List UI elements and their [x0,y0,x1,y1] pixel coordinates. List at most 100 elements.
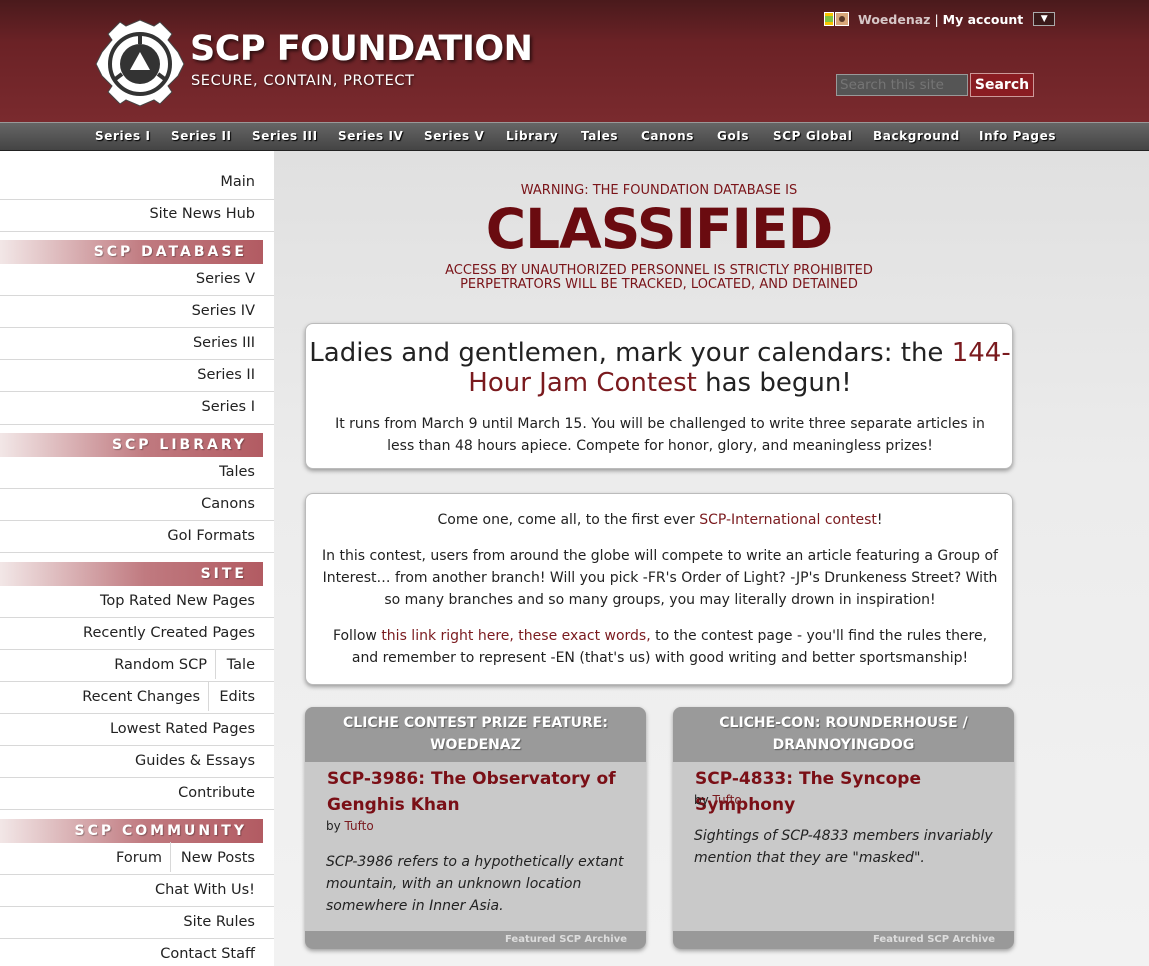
sidebar-item-new-posts[interactable]: New Posts [181,850,255,866]
jam-headline-text: Ladies and gentlemen, mark your calendar… [309,338,952,368]
sidebar-item-series-4[interactable]: Series IV [192,303,255,319]
divider [0,809,274,810]
divider [0,649,274,650]
divider [0,713,274,714]
sidebar-item-news-hub[interactable]: Site News Hub [149,206,255,222]
search-button[interactable]: Search [970,73,1034,97]
nav-series-2[interactable]: Series II [171,129,232,143]
sidebar-heading-library: SCP LIBRARY [0,433,263,457]
sidebar-item-series-5[interactable]: Series V [196,271,255,287]
sidebar-item-recent-changes[interactable]: Recent Changes [82,689,200,705]
sidebar-item-canons[interactable]: Canons [201,496,255,512]
intl-p3-text: Follow [332,628,382,644]
sidebar-heading-site: SITE [0,562,263,586]
warning-line-1: ACCESS BY UNAUTHORIZED PERSONNEL IS STRI… [445,263,873,278]
feature-description: Sightings of SCP-4833 members invariably… [694,828,993,866]
nav-tales[interactable]: Tales [581,129,618,143]
sidebar-item-site-rules[interactable]: Site Rules [183,914,255,930]
jam-body: It runs from March 9 until March 15. You… [335,416,985,454]
sidebar-item-goi-formats[interactable]: GoI Formats [167,528,255,544]
avatar[interactable] [824,12,849,26]
warning-line-2: PERPETRATORS WILL BE TRACKED, LOCATED, A… [460,277,858,292]
sidebar-item-guides[interactable]: Guides & Essays [135,753,255,769]
sidebar-item-top-rated-new[interactable]: Top Rated New Pages [100,593,255,609]
divider [0,295,274,296]
user-avatar-icon [835,12,849,26]
sidebar-item-lowest-rated[interactable]: Lowest Rated Pages [110,721,255,737]
account-separator: | [934,11,939,27]
feature-title-link[interactable]: SCP-3986: The Observatory of Genghis Kha… [327,766,627,818]
featured-scp-card: CLICHE-CON: ROUNDERHOUSE / DRANNOYINGDOG… [673,707,1014,949]
feature-footer[interactable]: Featured SCP Archive [673,931,1014,949]
site-header: SCP FOUNDATION SECURE, CONTAIN, PROTECT … [0,0,1149,122]
sidebar-heading-database: SCP DATABASE [0,240,263,264]
nav-library[interactable]: Library [506,129,558,143]
karma-icon [824,12,834,26]
sidebar-heading-community: SCP COMMUNITY [0,819,263,843]
nav-scp-global[interactable]: SCP Global [773,129,852,143]
intl-p1-end: ! [876,512,883,528]
sidebar-item-series-2[interactable]: Series II [197,367,255,383]
divider [0,520,274,521]
divider [0,552,274,553]
feature-header: CLICHE CONTEST PRIZE FEATURE: WOEDENAZ [305,707,646,762]
intl-contest-link[interactable]: SCP-International contest [699,512,877,528]
sidebar-item-tales[interactable]: Tales [219,464,255,480]
account-area: Woedenaz | My account ▼ [824,10,1056,28]
divider [0,199,274,200]
author-link[interactable]: Tufto [713,793,742,807]
divider [0,938,274,939]
sidebar-item-random-tale[interactable]: Tale [227,657,255,673]
sidebar-item-contribute[interactable]: Contribute [178,785,255,801]
sidebar-item-series-3[interactable]: Series III [193,335,255,351]
divider [0,327,274,328]
sidebar-item-forum[interactable]: Forum [116,850,162,866]
divider [0,391,274,392]
nav-background[interactable]: Background [873,129,960,143]
my-account-link[interactable]: My account [943,12,1024,27]
chevron-down-icon[interactable]: ▼ [1033,12,1056,26]
sidebar-item-random-scp[interactable]: Random SCP [114,657,207,673]
intl-paragraph-1: Come one, come all, to the first ever SC… [318,509,1002,531]
intl-contest-panel: Come one, come all, to the first ever SC… [305,493,1013,685]
author-link[interactable]: Tufto [345,819,374,833]
jam-headline: Ladies and gentlemen, mark your calendar… [306,338,1014,399]
intl-paragraph-2: In this contest, users from around the g… [322,548,998,608]
divider [0,488,274,489]
divider [0,359,274,360]
nav-series-3[interactable]: Series III [252,129,318,143]
sidebar-item-main[interactable]: Main [220,174,255,190]
divider [215,649,216,679]
nav-info-pages[interactable]: Info Pages [979,129,1056,143]
top-nav: Series I Series II Series III Series IV … [0,122,1149,151]
byline-prefix: by [694,793,713,807]
feature-description: SCP-3986 refers to a hypothetically exta… [326,854,624,914]
scp-logo-icon[interactable] [94,18,186,108]
divider [170,842,171,872]
sidebar-item-series-1[interactable]: Series I [202,399,255,415]
sidebar-item-chat[interactable]: Chat With Us! [155,882,255,898]
feature-title-link[interactable]: SCP-4833: The Syncope Symphony [695,766,995,818]
sidebar-item-contact-staff[interactable]: Contact Staff [160,946,255,962]
divider [208,681,209,711]
sidebar: Main Site News Hub SCP DATABASE Series V… [0,151,274,966]
nav-series-4[interactable]: Series IV [338,129,403,143]
feature-footer[interactable]: Featured SCP Archive [305,931,646,949]
username-link[interactable]: Woedenaz [858,12,930,27]
jam-contest-panel: Ladies and gentlemen, mark your calendar… [305,323,1013,469]
intl-rules-link[interactable]: this link right here, these exact words, [381,628,650,644]
feature-byline: by Tufto [694,793,742,807]
site-title[interactable]: SCP FOUNDATION [190,32,533,67]
featured-scp-card: CLICHE CONTEST PRIZE FEATURE: WOEDENAZ S… [305,707,646,949]
sidebar-item-edits[interactable]: Edits [219,689,255,705]
divider [0,424,274,425]
site-subtitle: SECURE, CONTAIN, PROTECT [191,73,415,89]
divider [0,874,274,875]
sidebar-item-recently-created[interactable]: Recently Created Pages [83,625,255,641]
nav-gois[interactable]: GoIs [717,129,749,143]
nav-series-1[interactable]: Series I [95,129,151,143]
nav-canons[interactable]: Canons [641,129,694,143]
intl-p1-text: Come one, come all, to the first ever [437,512,700,528]
search-input[interactable] [836,74,968,96]
nav-series-5[interactable]: Series V [424,129,484,143]
